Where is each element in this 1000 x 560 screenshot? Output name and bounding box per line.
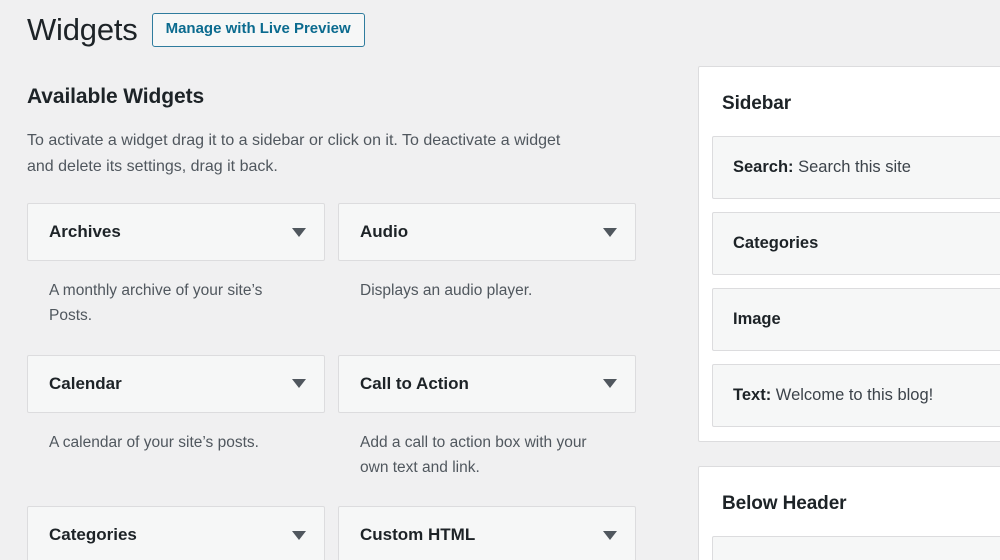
available-widgets-description: To activate a widget drag it to a sideba… bbox=[27, 132, 561, 175]
widget-card-title: Call to Action bbox=[360, 373, 469, 393]
grid-spacer bbox=[27, 329, 325, 355]
grid-spacer bbox=[338, 480, 636, 506]
manage-with-live-preview-button[interactable]: Manage with Live Preview bbox=[151, 13, 365, 47]
sidebar-widget-name: Search: bbox=[733, 158, 794, 176]
available-widgets-grid: Archives A monthly archive of your site’… bbox=[27, 203, 637, 560]
widget-card-categories[interactable]: Categories bbox=[27, 506, 325, 560]
sidebar-panel-items: Search: Search this site Categories Imag… bbox=[699, 115, 1000, 427]
widget-cell: Categories bbox=[27, 506, 325, 560]
widget-cell: Call to Action Add a call to action box … bbox=[338, 354, 636, 481]
sidebar-widget-label: Text: Welcome to this blog! bbox=[733, 386, 933, 405]
sidebar-widget-name: Categories bbox=[733, 234, 819, 252]
chevron-down-icon[interactable] bbox=[603, 379, 617, 388]
widget-card-title: Audio bbox=[360, 222, 409, 241]
sidebar-widget-label: Image bbox=[733, 310, 781, 329]
widget-description: Displays an audio player. bbox=[360, 282, 533, 299]
widget-card-title: Calendar bbox=[49, 373, 122, 393]
widget-cell: Custom HTML bbox=[338, 506, 636, 560]
sidebar-panel: Sidebar Search: Search this site Categor… bbox=[698, 66, 1000, 442]
page-header: Widgets Manage with Live Preview bbox=[27, 10, 365, 50]
sidebar-panel-title: Sidebar bbox=[722, 93, 791, 114]
widget-description: A calendar of your site’s posts. bbox=[49, 433, 259, 451]
sidebar-widget-label: Categories bbox=[733, 234, 818, 253]
sidebar-widget-name: Text: bbox=[733, 386, 772, 404]
sidebar-widget-text[interactable]: Text: Welcome to this blog! bbox=[712, 364, 1000, 427]
below-header-panel: Below Header bbox=[698, 466, 1000, 560]
sidebar-widget-value: Welcome to this blog! bbox=[771, 386, 934, 404]
grid-spacer bbox=[338, 329, 636, 355]
sidebar-widget-search[interactable]: Search: Search this site bbox=[712, 136, 1000, 199]
chevron-down-icon[interactable] bbox=[603, 530, 617, 540]
chevron-down-icon[interactable] bbox=[292, 379, 306, 388]
grid-spacer bbox=[27, 480, 325, 506]
widgets-admin-page: Widgets Manage with Live Preview Availab… bbox=[0, 0, 1000, 560]
chevron-down-icon[interactable] bbox=[603, 227, 617, 237]
widget-card-title: Archives bbox=[49, 222, 121, 241]
widget-card-audio[interactable]: Audio bbox=[338, 203, 636, 261]
widget-cell: Calendar A calendar of your site’s posts… bbox=[27, 354, 325, 481]
page-title: Widgets bbox=[27, 12, 138, 47]
chevron-down-icon[interactable] bbox=[292, 227, 306, 237]
widget-card-call-to-action[interactable]: Call to Action bbox=[338, 354, 636, 413]
widget-card-title: Categories bbox=[49, 525, 137, 544]
widget-card-archives[interactable]: Archives bbox=[27, 203, 325, 261]
sidebar-widget-categories[interactable]: Categories bbox=[712, 212, 1000, 275]
below-header-panel-items bbox=[699, 515, 1000, 560]
widget-description: Add a call to action box with your own t… bbox=[360, 433, 587, 476]
widget-card-calendar[interactable]: Calendar bbox=[27, 354, 325, 413]
widget-description: A monthly archive of your site’s Posts. bbox=[49, 282, 263, 325]
widget-cell: Archives A monthly archive of your site’… bbox=[27, 203, 325, 329]
below-header-panel-title: Below Header bbox=[722, 493, 847, 514]
below-header-widget[interactable] bbox=[712, 536, 1000, 560]
widget-cell: Audio Displays an audio player. bbox=[338, 203, 636, 329]
available-widgets-title: Available Widgets bbox=[27, 85, 205, 108]
sidebar-widget-image[interactable]: Image bbox=[712, 288, 1000, 351]
widget-card-custom-html[interactable]: Custom HTML bbox=[338, 506, 636, 560]
chevron-down-icon[interactable] bbox=[292, 530, 306, 540]
sidebar-widget-name: Image bbox=[733, 310, 781, 328]
sidebar-widget-value: Search this site bbox=[793, 158, 911, 176]
sidebar-widget-label: Search: Search this site bbox=[733, 158, 911, 177]
widget-card-title: Custom HTML bbox=[360, 525, 476, 544]
